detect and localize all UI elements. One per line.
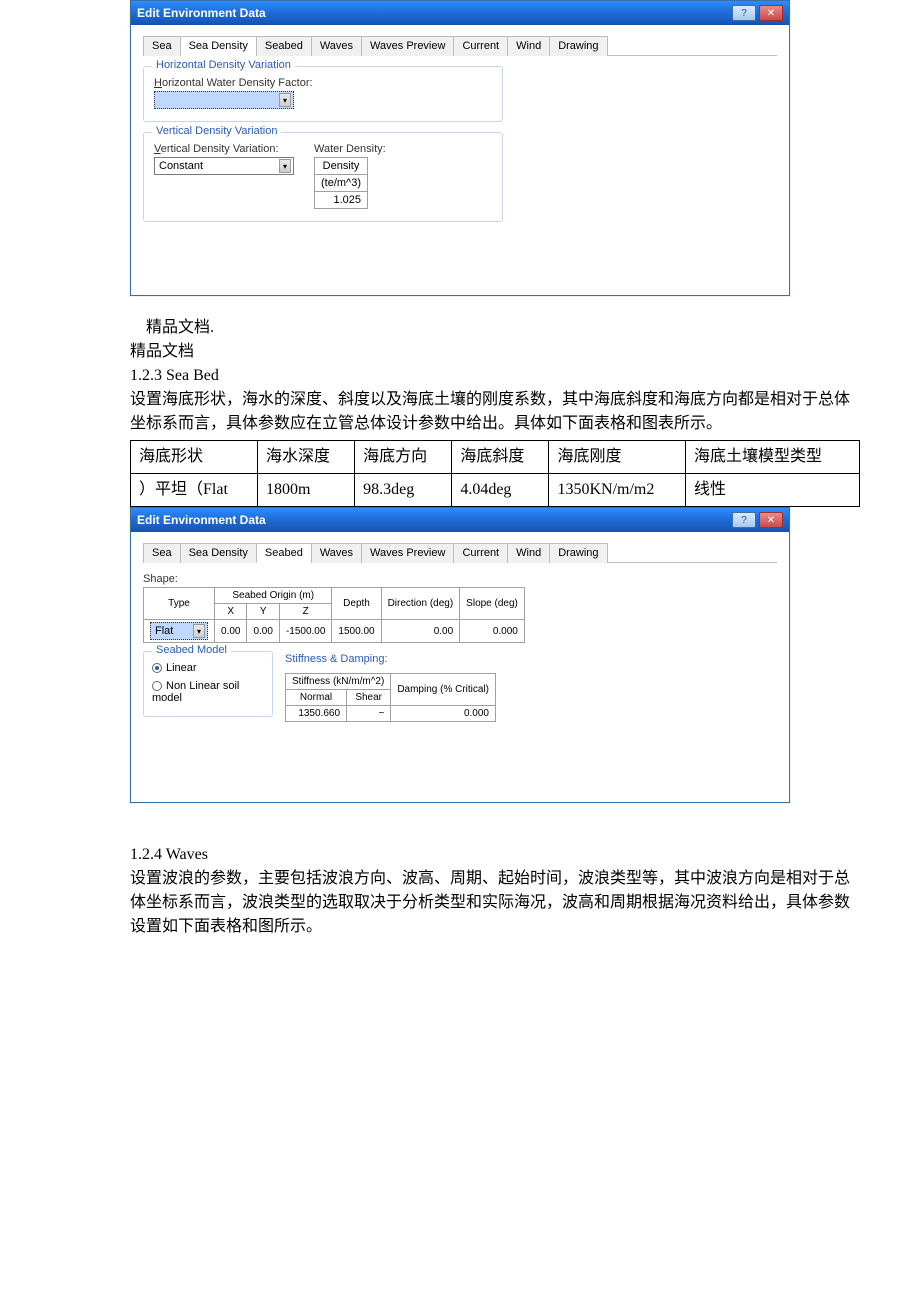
slope-value[interactable]: 0.000 bbox=[460, 620, 525, 643]
td-slope: 4.04deg bbox=[452, 474, 549, 507]
footer-label-2: 精品文档 bbox=[130, 340, 860, 364]
tab-sea-density[interactable]: Sea Density bbox=[180, 36, 257, 56]
td-direction: 98.3deg bbox=[355, 474, 452, 507]
window-title: Edit Environment Data bbox=[137, 513, 266, 527]
dialog-sea-density: Edit Environment Data ? ✕ Sea Sea Densit… bbox=[130, 0, 790, 296]
tab-sea-density[interactable]: Sea Density bbox=[180, 543, 257, 563]
radio-icon bbox=[152, 663, 162, 673]
dialog-seabed: Edit Environment Data ? ✕ Sea Sea Densit… bbox=[130, 507, 790, 803]
col-direction: Direction (deg) bbox=[381, 588, 460, 620]
radio-nonlinear[interactable]: Non Linear soil model bbox=[152, 680, 264, 704]
depth-value[interactable]: 1500.00 bbox=[332, 620, 381, 643]
col-slope: Slope (deg) bbox=[460, 588, 525, 620]
doc-text-1: 精品文档. 精品文档 1.2.3 Sea Bed 设置海底形状，海水的深度、斜度… bbox=[130, 316, 860, 507]
chevron-down-icon: ▾ bbox=[279, 93, 291, 107]
th-direction: 海底方向 bbox=[355, 441, 452, 474]
col-y: Y bbox=[247, 604, 279, 620]
th-stiffness: 海底刚度 bbox=[549, 441, 686, 474]
density-value[interactable]: 1.025 bbox=[315, 192, 368, 209]
col-damping: Damping (% Critical) bbox=[391, 674, 496, 706]
density-table: Density (te/m^3) 1.025 bbox=[314, 157, 368, 209]
vertical-variation-dropdown[interactable]: Constant ▾ bbox=[154, 157, 294, 175]
section-1-2-3-body: 设置海底形状，海水的深度、斜度以及海底土壤的刚度系数，其中海底斜度和海底方向都是… bbox=[130, 388, 860, 436]
col-normal: Normal bbox=[286, 690, 347, 706]
tab-waves[interactable]: Waves bbox=[311, 36, 362, 56]
doc-text-2: 1.2.4 Waves 设置波浪的参数，主要包括波浪方向、波高、周期、起始时间，… bbox=[130, 843, 860, 939]
horizontal-legend: Horizontal Density Variation bbox=[152, 59, 295, 71]
damping-value[interactable]: 0.000 bbox=[391, 706, 496, 722]
tab-seabed[interactable]: Seabed bbox=[256, 36, 312, 56]
density-header-1: Density bbox=[315, 158, 368, 175]
shape-grid: Type Seabed Origin (m) Depth Direction (… bbox=[143, 587, 525, 643]
td-model: 线性 bbox=[686, 474, 860, 507]
tab-current[interactable]: Current bbox=[453, 543, 508, 563]
tab-waves-preview[interactable]: Waves Preview bbox=[361, 543, 454, 563]
vertical-legend: Vertical Density Variation bbox=[152, 125, 281, 137]
z-value[interactable]: -1500.00 bbox=[279, 620, 331, 643]
seabed-model-legend: Seabed Model bbox=[152, 644, 231, 656]
tab-sea[interactable]: Sea bbox=[143, 36, 181, 56]
tab-seabed[interactable]: Seabed bbox=[256, 543, 312, 563]
help-button[interactable]: ? bbox=[732, 512, 756, 528]
tab-drawing[interactable]: Drawing bbox=[549, 36, 607, 56]
water-density-label: Water Density: bbox=[314, 143, 386, 155]
shape-label: Shape: bbox=[143, 573, 777, 585]
tab-wind[interactable]: Wind bbox=[507, 36, 550, 56]
normal-value[interactable]: 1350.660 bbox=[286, 706, 347, 722]
shear-value[interactable]: ~ bbox=[347, 706, 391, 722]
col-z: Z bbox=[279, 604, 331, 620]
direction-value[interactable]: 0.00 bbox=[381, 620, 460, 643]
section-1-2-4-body: 设置波浪的参数，主要包括波浪方向、波高、周期、起始时间，波浪类型等，其中波浪方向… bbox=[130, 867, 860, 939]
radio-linear[interactable]: Linear bbox=[152, 662, 264, 674]
tab-current[interactable]: Current bbox=[453, 36, 508, 56]
col-shear: Shear bbox=[347, 690, 391, 706]
density-header-2: (te/m^3) bbox=[315, 175, 368, 192]
footer-label-1: 精品文档. bbox=[130, 316, 860, 340]
tab-waves-preview[interactable]: Waves Preview bbox=[361, 36, 454, 56]
col-origin: Seabed Origin (m) bbox=[215, 588, 332, 604]
help-button[interactable]: ? bbox=[732, 5, 756, 21]
seabed-model-group: Seabed Model Linear Non Linear soil mode… bbox=[143, 651, 273, 717]
tab-wind[interactable]: Wind bbox=[507, 543, 550, 563]
close-button[interactable]: ✕ bbox=[759, 512, 783, 528]
seabed-params-table: 海底形状 海水深度 海底方向 海底斜度 海底刚度 海底土壤模型类型 ）平坦（Fl… bbox=[130, 440, 860, 507]
horizontal-label: Horizontal Water Density Factor: bbox=[154, 77, 492, 89]
chevron-down-icon: ▾ bbox=[193, 624, 205, 638]
col-x: X bbox=[215, 604, 247, 620]
th-depth: 海水深度 bbox=[258, 441, 355, 474]
stiffness-legend: Stiffness & Damping: bbox=[285, 653, 496, 665]
td-shape: ）平坦（Flat bbox=[131, 474, 258, 507]
col-stiffness: Stiffness (kN/m/m^2) bbox=[286, 674, 391, 690]
x-value[interactable]: 0.00 bbox=[215, 620, 247, 643]
horizontal-factor-dropdown[interactable]: ▾ bbox=[154, 91, 294, 109]
col-type: Type bbox=[144, 588, 215, 620]
td-stiffness: 1350KN/m/m2 bbox=[549, 474, 686, 507]
type-cell[interactable]: Flat ▾ bbox=[144, 620, 215, 643]
vertical-variation-value: Constant bbox=[159, 160, 203, 172]
type-value: Flat bbox=[155, 625, 173, 637]
th-slope: 海底斜度 bbox=[452, 441, 549, 474]
td-depth: 1800m bbox=[258, 474, 355, 507]
tab-sea[interactable]: Sea bbox=[143, 543, 181, 563]
tab-waves[interactable]: Waves bbox=[311, 543, 362, 563]
stiffness-grid: Stiffness (kN/m/m^2) Damping (% Critical… bbox=[285, 673, 496, 722]
y-value[interactable]: 0.00 bbox=[247, 620, 279, 643]
section-1-2-4: 1.2.4 Waves bbox=[130, 843, 860, 867]
window-title: Edit Environment Data bbox=[137, 6, 266, 20]
close-button[interactable]: ✕ bbox=[759, 5, 783, 21]
vertical-label: Vertical Density Variation: bbox=[154, 143, 294, 155]
horizontal-variation-group: Horizontal Density Variation Horizontal … bbox=[143, 66, 503, 122]
th-model: 海底土壤模型类型 bbox=[686, 441, 860, 474]
tabs: Sea Sea Density Seabed Waves Waves Previ… bbox=[143, 35, 777, 56]
tabs: Sea Sea Density Seabed Waves Waves Previ… bbox=[143, 542, 777, 563]
radio-icon bbox=[152, 681, 162, 691]
vertical-variation-group: Vertical Density Variation Vertical Dens… bbox=[143, 132, 503, 222]
section-1-2-3: 1.2.3 Sea Bed bbox=[130, 364, 860, 388]
col-depth: Depth bbox=[332, 588, 381, 620]
titlebar[interactable]: Edit Environment Data ? ✕ bbox=[131, 1, 789, 25]
tab-drawing[interactable]: Drawing bbox=[549, 543, 607, 563]
chevron-down-icon: ▾ bbox=[279, 159, 291, 173]
th-shape: 海底形状 bbox=[131, 441, 258, 474]
titlebar[interactable]: Edit Environment Data ? ✕ bbox=[131, 508, 789, 532]
